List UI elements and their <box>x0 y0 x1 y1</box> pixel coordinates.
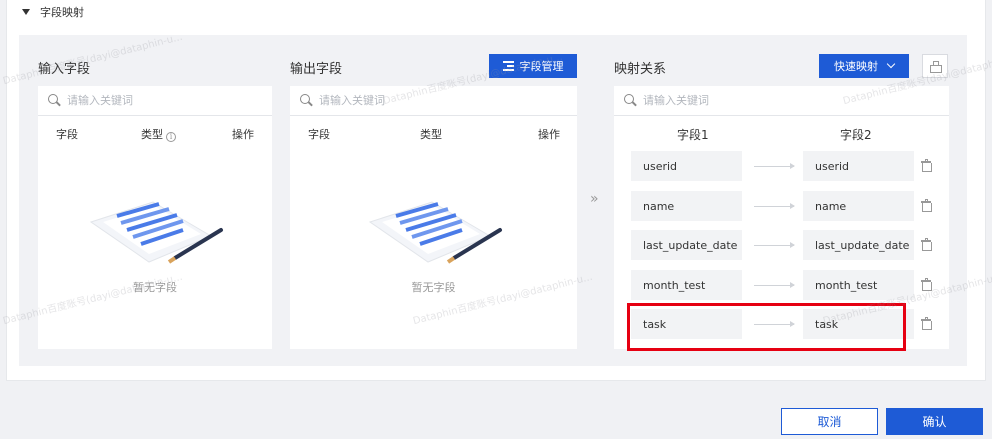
trash-icon[interactable] <box>921 278 932 291</box>
output-panel-title: 输出字段 <box>290 62 343 77</box>
input-empty-text: 暂无字段 <box>133 281 177 294</box>
trash-icon[interactable] <box>921 199 932 212</box>
mapping-col2-header: 字段2 <box>840 128 872 142</box>
mapping-arrow-icon <box>754 163 795 169</box>
input-search-field[interactable] <box>67 94 247 107</box>
field-manage-label: 字段管理 <box>519 60 564 73</box>
col-action: 操作 <box>232 128 254 141</box>
mapping-col1-header: 字段1 <box>677 128 709 142</box>
quick-map-button[interactable]: 快速映射 <box>819 54 909 78</box>
mapping-field2[interactable]: userid <box>803 151 914 181</box>
output-search-field[interactable] <box>319 94 499 107</box>
output-empty-text: 暂无字段 <box>411 281 456 294</box>
search-icon <box>300 94 313 107</box>
mapping-field1[interactable]: userid <box>631 151 742 181</box>
col-action: 操作 <box>538 128 560 141</box>
empty-document-illustration <box>89 201 223 264</box>
section-toggle[interactable]: 字段映射 <box>22 4 84 20</box>
col-field: 字段 <box>56 128 78 141</box>
col-type: 类型 i <box>141 126 176 142</box>
input-fields-panel: 字段 类型i 操作 暂无字段 <box>38 86 272 349</box>
mapping-field1[interactable]: last_update_date <box>631 230 742 260</box>
mapping-arrow-icon <box>754 282 795 288</box>
manage-icon <box>502 61 514 71</box>
section-title: 字段映射 <box>40 6 84 19</box>
info-icon[interactable]: i <box>166 132 176 142</box>
mapping-field2[interactable]: month_test <box>803 270 914 300</box>
clear-mapping-button[interactable] <box>922 54 948 78</box>
mapping-search-field[interactable] <box>643 94 823 107</box>
input-search[interactable] <box>38 86 272 116</box>
double-chevron-right-icon[interactable]: » <box>590 191 599 207</box>
mapping-arrow-icon <box>754 242 795 248</box>
quick-map-label: 快速映射 <box>834 60 878 73</box>
mapping-panel-title: 映射关系 <box>614 62 667 77</box>
mapping-arrow-icon <box>754 203 795 209</box>
col-type: 类型 <box>420 128 442 141</box>
search-icon <box>48 94 61 107</box>
mapping-field2[interactable]: name <box>803 191 914 221</box>
trash-icon[interactable] <box>921 238 932 251</box>
input-panel-title: 输入字段 <box>38 62 91 77</box>
trash-icon[interactable] <box>921 159 932 172</box>
output-fields-panel: 字段 类型 操作 暂无字段 <box>290 86 577 349</box>
empty-document-illustration <box>368 201 502 264</box>
field-manage-button[interactable]: 字段管理 <box>489 54 577 78</box>
col-type-label: 类型 <box>141 128 163 141</box>
mapping-field1[interactable]: month_test <box>631 270 742 300</box>
eraser-icon <box>930 61 942 73</box>
caret-down-icon[interactable] <box>22 9 30 15</box>
chevron-down-icon <box>886 59 896 69</box>
search-icon <box>624 94 637 107</box>
mapping-search[interactable] <box>614 86 949 116</box>
col-field: 字段 <box>308 128 330 141</box>
cancel-button[interactable]: 取消 <box>781 408 878 435</box>
mapping-field2[interactable]: last_update_date <box>803 230 914 260</box>
mapping-field1[interactable]: name <box>631 191 742 221</box>
trash-icon[interactable] <box>921 317 932 330</box>
highlight-box <box>627 303 906 351</box>
confirm-button[interactable]: 确认 <box>886 408 983 435</box>
output-search[interactable] <box>290 86 577 116</box>
